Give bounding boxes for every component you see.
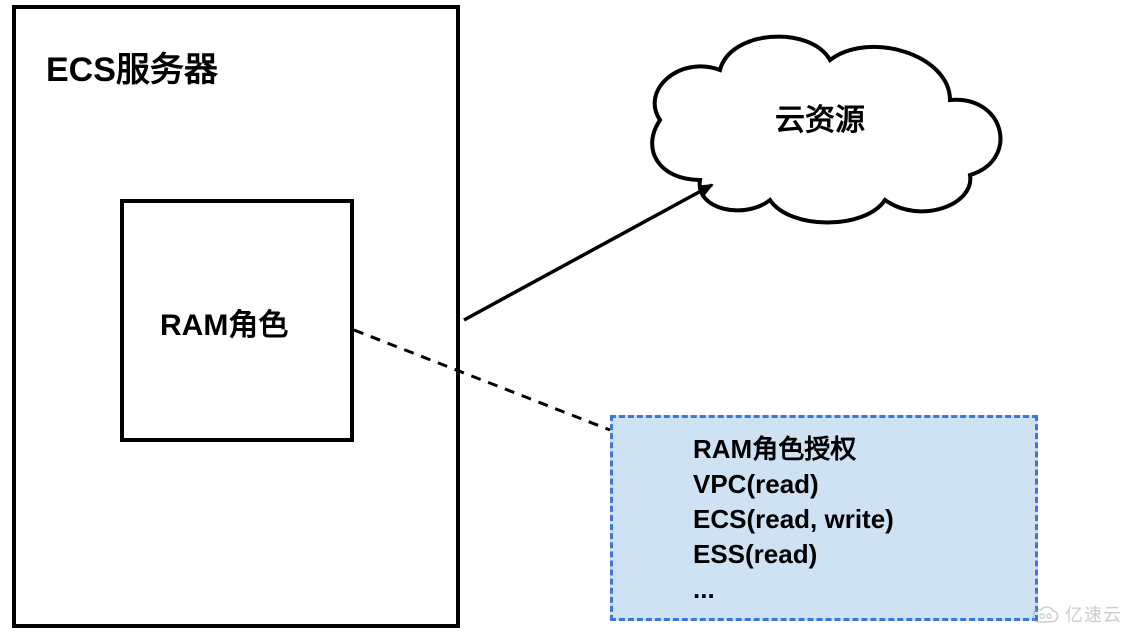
- authorization-entry: ...: [693, 572, 965, 607]
- authorization-entry: ECS(read, write): [693, 502, 965, 537]
- authorization-panel: RAM角色授权 VPC(read) ECS(read, write) ESS(r…: [610, 415, 1038, 621]
- arrow-to-cloud: [464, 185, 712, 320]
- ram-role-label: RAM角色: [160, 300, 288, 344]
- cloud-label: 云资源: [775, 95, 865, 139]
- authorization-title: RAM角色授权: [693, 432, 965, 467]
- watermark: 亿速云: [1031, 601, 1122, 627]
- authorization-entry: ESS(read): [693, 537, 965, 572]
- watermark-cloud-icon: [1031, 604, 1059, 624]
- watermark-text: 亿速云: [1065, 601, 1122, 627]
- authorization-entry: VPC(read): [693, 467, 965, 502]
- diagram-canvas: ECS服务器 RAM角色 云资源 RAM角色授权 VPC(read) ECS(r…: [0, 0, 1128, 633]
- ecs-server-title: ECS服务器: [46, 42, 218, 91]
